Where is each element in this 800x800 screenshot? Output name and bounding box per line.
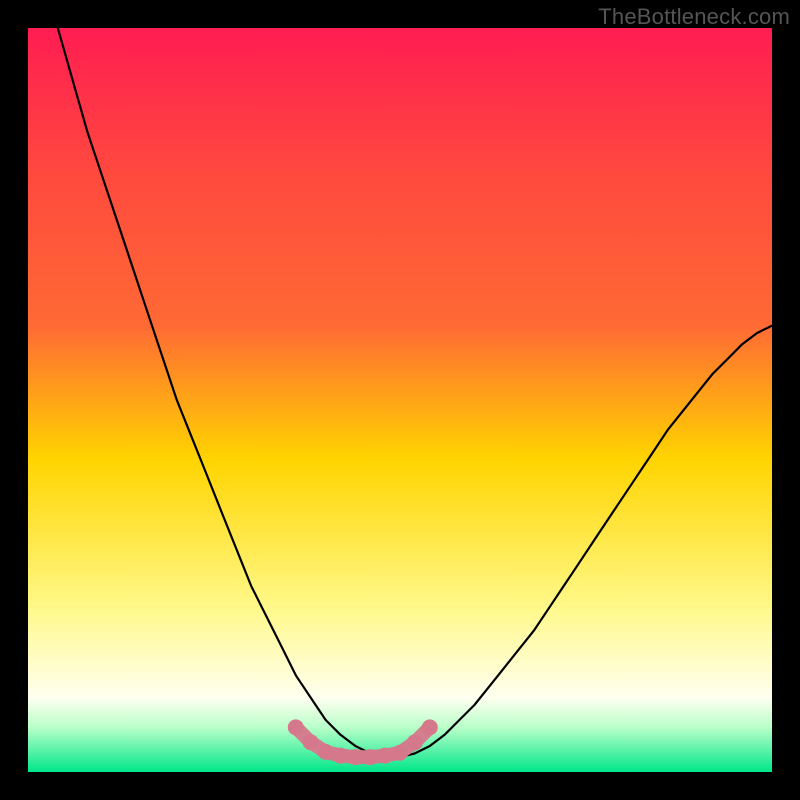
- chart-stage: TheBottleneck.com: [0, 0, 800, 800]
- marker-dot: [422, 719, 438, 735]
- marker-dot: [407, 734, 423, 750]
- gradient-background: [28, 28, 772, 772]
- marker-dot: [318, 744, 334, 760]
- marker-dot: [288, 719, 304, 735]
- marker-dot: [377, 748, 393, 764]
- chart-svg: [28, 28, 772, 772]
- marker-dot: [362, 749, 378, 765]
- marker-dot: [333, 748, 349, 764]
- marker-dot: [392, 745, 408, 761]
- watermark-text: TheBottleneck.com: [598, 4, 790, 30]
- plot-area: [28, 28, 772, 772]
- marker-dot: [347, 749, 363, 765]
- marker-dot: [303, 734, 319, 750]
